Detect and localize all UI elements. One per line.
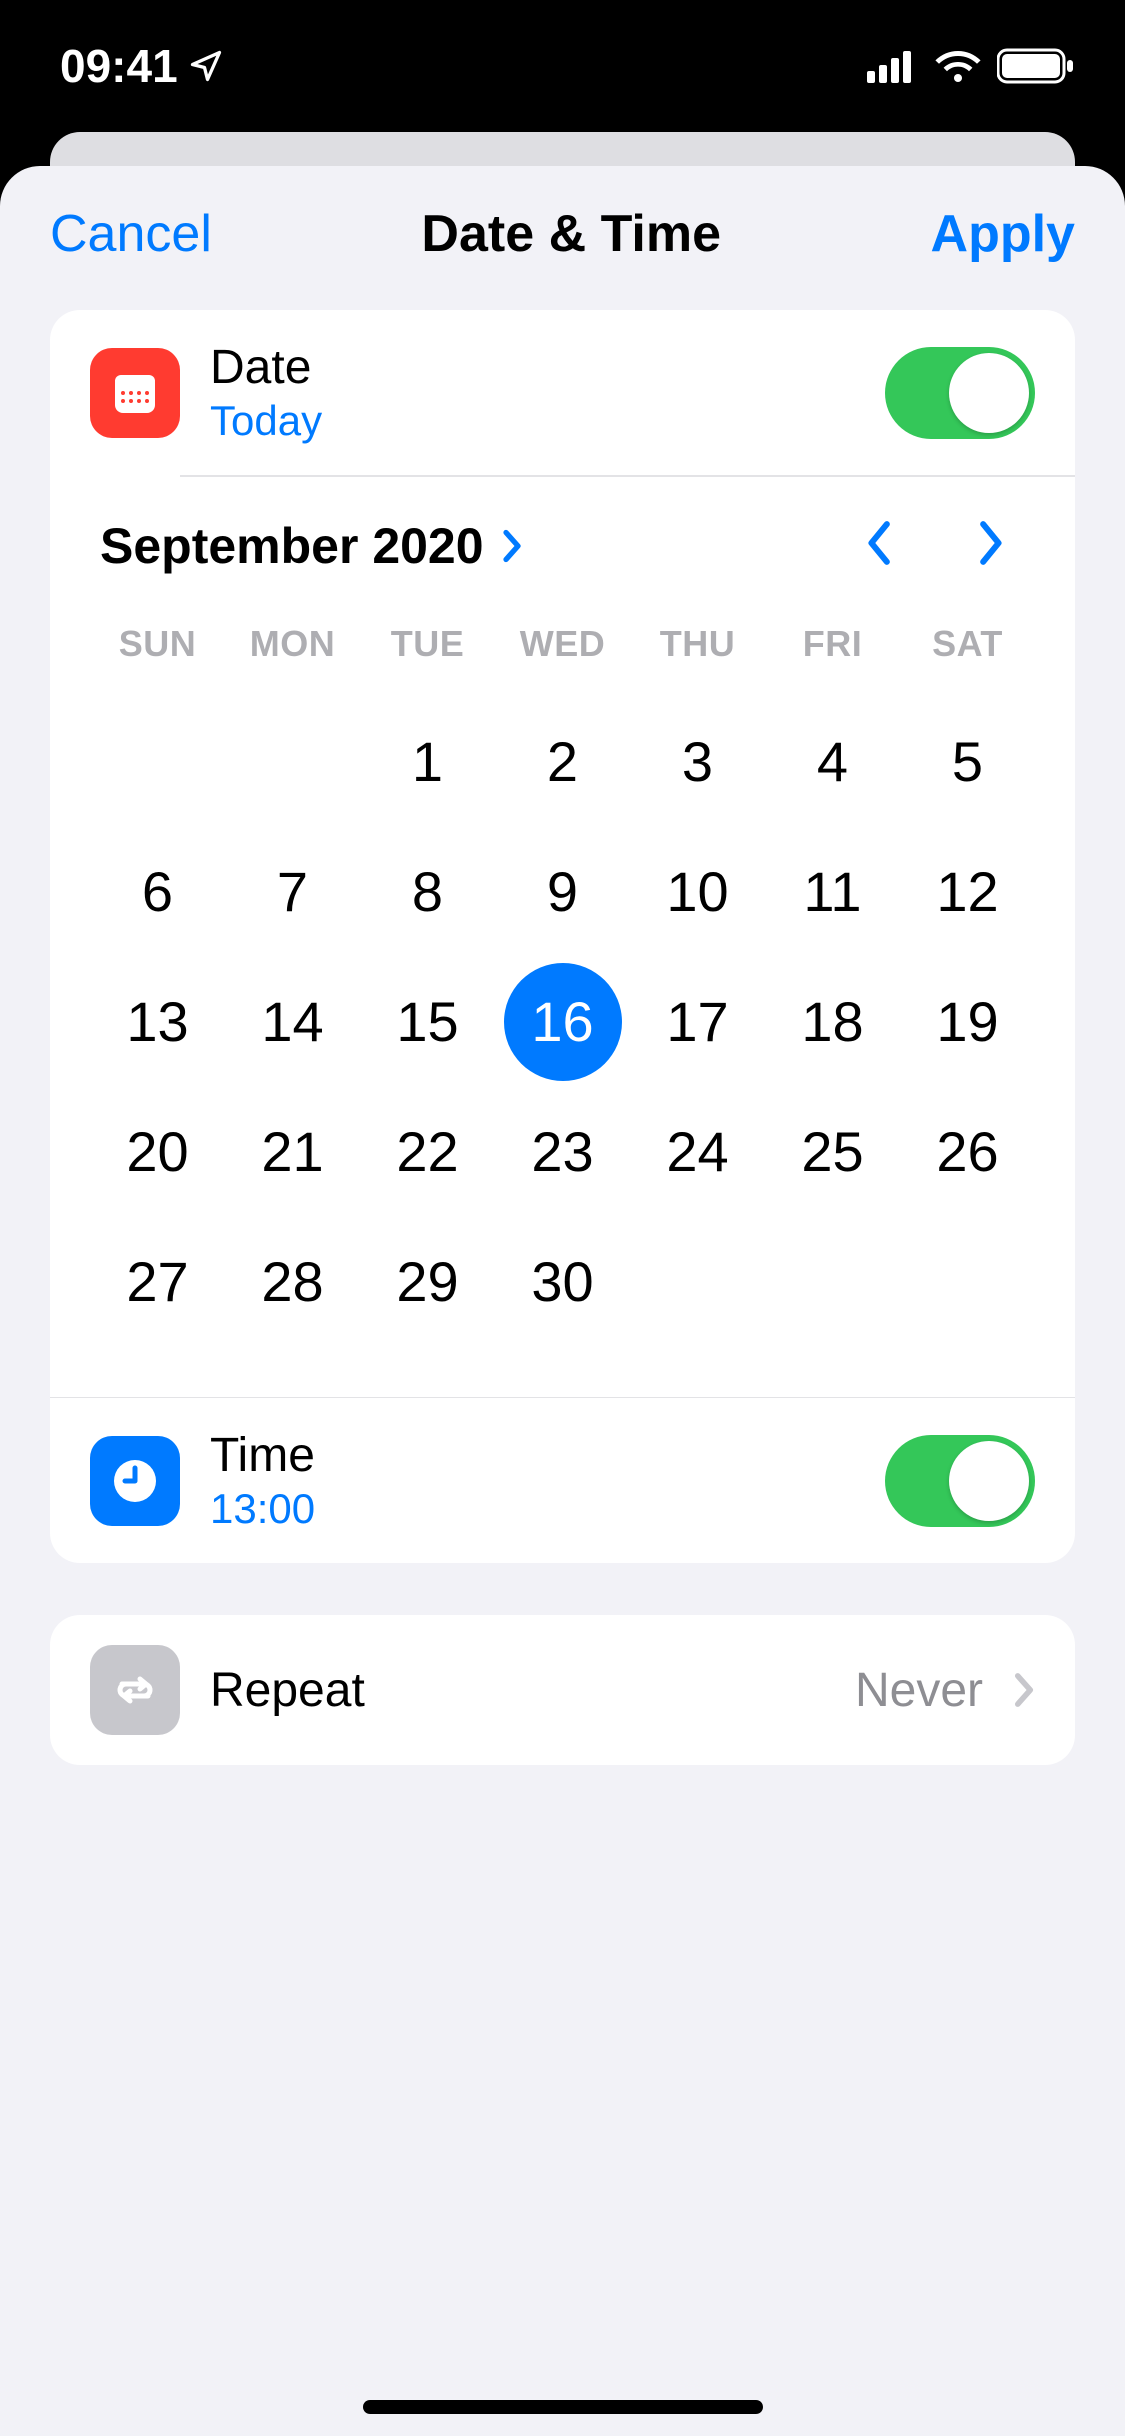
calendar-day[interactable]: 19 [900,957,1035,1087]
time-toggle[interactable] [885,1435,1035,1527]
date-toggle[interactable] [885,347,1035,439]
calendar-weekday: SAT [900,605,1035,697]
calendar-weekday: TUE [360,605,495,697]
calendar-day[interactable]: 29 [360,1217,495,1347]
calendar-day[interactable]: 13 [90,957,225,1087]
calendar-weekday: SUN [90,605,225,697]
clock-icon [90,1436,180,1526]
chevron-right-icon [1013,1671,1035,1709]
location-icon [188,48,224,84]
calendar-day[interactable]: 6 [90,827,225,957]
calendar-day[interactable]: 10 [630,827,765,957]
calendar-day[interactable]: 30 [495,1217,630,1347]
calendar-day[interactable]: 25 [765,1087,900,1217]
calendar-grid: SUNMONTUEWEDTHUFRISAT1234567891011121314… [90,605,1035,1347]
calendar-day[interactable]: 1 [360,697,495,827]
calendar-weekday: WED [495,605,630,697]
calendar-day[interactable]: 22 [360,1087,495,1217]
repeat-card: Repeat Never [50,1615,1075,1765]
calendar-icon [90,348,180,438]
calendar-day[interactable]: 11 [765,827,900,957]
next-month-button[interactable] [975,519,1005,572]
status-time-text: 09:41 [60,39,178,93]
calendar-empty-cell [225,697,360,827]
calendar-weekday: FRI [765,605,900,697]
modal-sheet: Cancel Date & Time Apply Date Today [0,166,1125,2436]
month-label: September 2020 [100,517,484,575]
page-title: Date & Time [421,204,721,264]
calendar-day[interactable]: 26 [900,1087,1035,1217]
cancel-button[interactable]: Cancel [50,204,212,264]
prev-month-button[interactable] [865,519,895,572]
status-right-icons [867,47,1075,85]
calendar-day[interactable]: 20 [90,1087,225,1217]
calendar-day[interactable]: 16 [495,957,630,1087]
repeat-value: Never [855,1663,983,1718]
time-value: 13:00 [210,1485,855,1533]
calendar-day[interactable]: 23 [495,1087,630,1217]
battery-icon [997,47,1075,85]
repeat-row[interactable]: Repeat Never [50,1615,1075,1765]
apply-button[interactable]: Apply [931,204,1075,264]
time-label: Time [210,1428,855,1483]
calendar-day[interactable]: 2 [495,697,630,827]
calendar-day[interactable]: 21 [225,1087,360,1217]
calendar-weekday: THU [630,605,765,697]
date-value: Today [210,397,855,445]
month-picker[interactable]: September 2020 [100,517,865,575]
calendar-day[interactable]: 4 [765,697,900,827]
calendar-day[interactable]: 7 [225,827,360,957]
datetime-card: Date Today September 2020 [50,310,1075,1563]
status-time: 09:41 [60,39,224,93]
calendar-day[interactable]: 18 [765,957,900,1087]
wifi-icon [933,48,983,84]
calendar-day[interactable]: 9 [495,827,630,957]
calendar-weekday: MON [225,605,360,697]
cellular-icon [867,49,919,83]
calendar-day[interactable]: 12 [900,827,1035,957]
calendar-day[interactable]: 27 [90,1217,225,1347]
calendar-day[interactable]: 24 [630,1087,765,1217]
date-label: Date [210,340,855,395]
date-row[interactable]: Date Today [50,310,1075,475]
repeat-label: Repeat [210,1663,825,1718]
repeat-icon [90,1645,180,1735]
calendar: September 2020 SUNMONTUEWEDTHUFRISAT1234… [50,477,1075,1377]
calendar-day[interactable]: 28 [225,1217,360,1347]
status-bar: 09:41 [0,0,1125,132]
calendar-day[interactable]: 15 [360,957,495,1087]
calendar-empty-cell [90,697,225,827]
calendar-day[interactable]: 17 [630,957,765,1087]
calendar-day[interactable]: 14 [225,957,360,1087]
time-row[interactable]: Time 13:00 [50,1398,1075,1563]
home-indicator[interactable] [363,2400,763,2414]
calendar-day[interactable]: 8 [360,827,495,957]
calendar-day[interactable]: 5 [900,697,1035,827]
chevron-right-icon [500,528,524,564]
calendar-header: September 2020 [90,497,1035,605]
navbar: Cancel Date & Time Apply [0,166,1125,310]
calendar-day[interactable]: 3 [630,697,765,827]
